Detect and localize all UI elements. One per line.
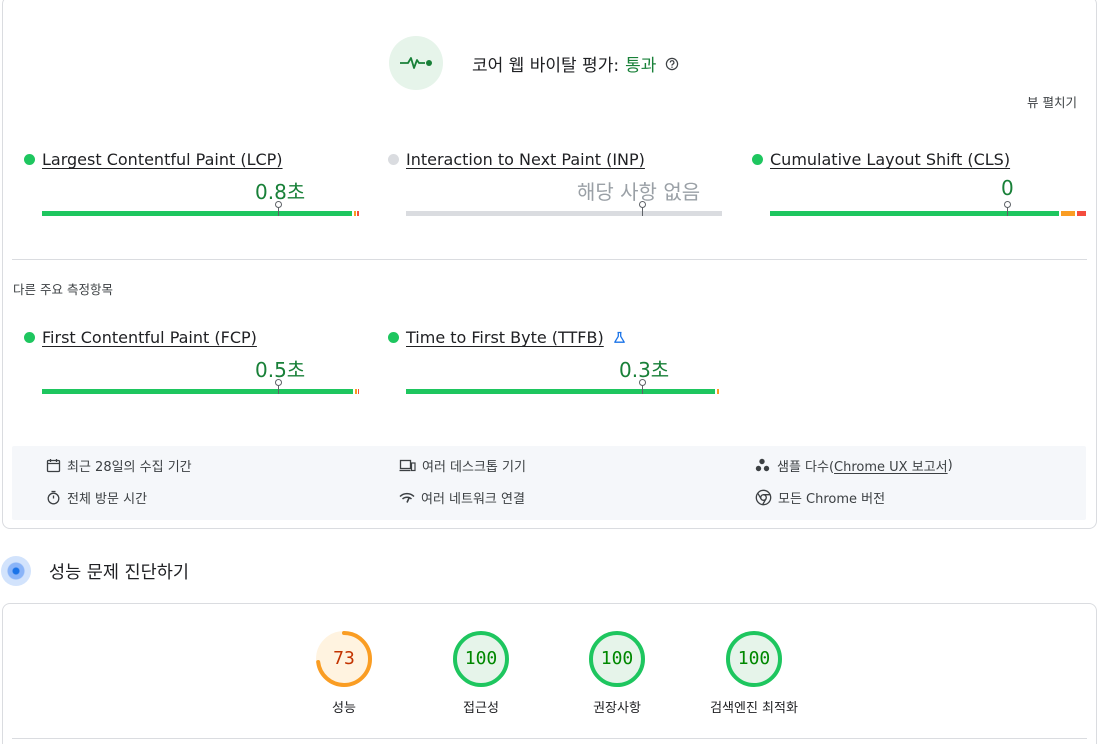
metric-inp: Interaction to Next Paint (INP) 해당 사항 없음 <box>388 150 722 216</box>
info-devices: 여러 데스크톱 기기 <box>399 456 526 475</box>
score-value: 100 <box>737 648 771 669</box>
metric-lcp: Largest Contentful Paint (LCP) 0.8초 <box>24 150 359 216</box>
metric-lcp-distribution-bar <box>42 201 359 216</box>
other-metrics-label: 다른 주요 측정항목 <box>13 282 113 297</box>
cwv-status: 통과 <box>625 56 657 76</box>
score-gauge[interactable]: 100 접근성 <box>411 630 551 716</box>
score-value: 73 <box>333 648 355 669</box>
info-visit-duration: 전체 방문 시간 <box>46 488 147 507</box>
info-chrome-versions: 모든 Chrome 버전 <box>755 488 885 507</box>
p75-marker <box>639 379 646 394</box>
score-gauge[interactable]: 73 성능 <box>274 630 414 716</box>
score-label: 검색엔진 최적화 <box>710 701 798 716</box>
crux-report-link[interactable]: Chrome UX 보고서 <box>834 456 948 475</box>
metric-fcp-distribution-bar <box>42 379 359 394</box>
metric-lcp-link[interactable]: Largest Contentful Paint (LCP) <box>42 150 283 169</box>
section-divider <box>12 738 1087 739</box>
info-network: 여러 네트워크 연결 <box>399 488 525 507</box>
p75-marker <box>275 201 282 216</box>
score-value: 100 <box>464 648 498 669</box>
metric-ttfb: Time to First Byte (TTFB) 0.3초 <box>388 328 719 394</box>
lighthouse-icon <box>1 556 31 586</box>
score-ring: 100 <box>588 630 646 688</box>
expand-view-link[interactable]: 뷰 펼치기 <box>1027 92 1077 111</box>
metric-cls-distribution-bar <box>770 201 1086 216</box>
metric-cls-link[interactable]: Cumulative Layout Shift (CLS) <box>770 150 1010 169</box>
flask-icon[interactable] <box>613 331 626 344</box>
section-divider <box>12 259 1087 260</box>
metric-inp-link[interactable]: Interaction to Next Paint (INP) <box>406 150 645 169</box>
score-label: 권장사항 <box>593 701 641 716</box>
pulse-icon <box>389 36 443 90</box>
p75-marker <box>639 201 646 216</box>
metric-ttfb-distribution-bar <box>406 379 722 394</box>
p75-marker <box>275 379 282 394</box>
help-icon[interactable] <box>665 57 679 71</box>
score-ring: 100 <box>452 630 510 688</box>
score-gauge[interactable]: 100 권장사항 <box>547 630 687 716</box>
diagnose-title: 성능 문제 진단하기 <box>49 563 189 583</box>
score-label: 접근성 <box>463 701 499 716</box>
score-gauge[interactable]: 100 검색엔진 최적화 <box>684 630 824 716</box>
chrome-icon <box>755 489 772 506</box>
metric-cls-value: 0 <box>1001 176 1014 200</box>
timer-icon <box>47 490 60 505</box>
score-label: 성능 <box>332 701 356 716</box>
metric-ttfb-link[interactable]: Time to First Byte (TTFB) <box>406 328 604 347</box>
status-dot <box>388 332 399 343</box>
metric-inp-distribution-bar <box>406 201 722 216</box>
status-dot <box>388 154 399 165</box>
score-ring: 100 <box>725 630 783 688</box>
samples-icon <box>755 458 770 472</box>
metric-fcp: First Contentful Paint (FCP) 0.5초 <box>24 328 359 394</box>
status-dot <box>752 154 763 165</box>
cwv-assessment-title: 코어 웹 바이탈 평가: 통과 <box>472 51 679 76</box>
p75-marker <box>1004 201 1011 216</box>
metric-fcp-link[interactable]: First Contentful Paint (FCP) <box>42 328 257 347</box>
signal-icon <box>399 492 415 503</box>
info-collection-period: 최근 28일의 수집 기간 <box>46 456 192 475</box>
score-value: 100 <box>600 648 634 669</box>
score-ring: 73 <box>315 630 373 688</box>
info-samples: 샘플 다수(Chrome UX 보고서) <box>755 456 953 475</box>
status-dot <box>24 154 35 165</box>
cwv-title-text: 코어 웹 바이탈 평가: <box>472 56 620 76</box>
metric-cls: Cumulative Layout Shift (CLS) 0 <box>752 150 1086 216</box>
status-dot <box>24 332 35 343</box>
devices-icon <box>399 459 416 472</box>
calendar-icon <box>46 459 61 473</box>
